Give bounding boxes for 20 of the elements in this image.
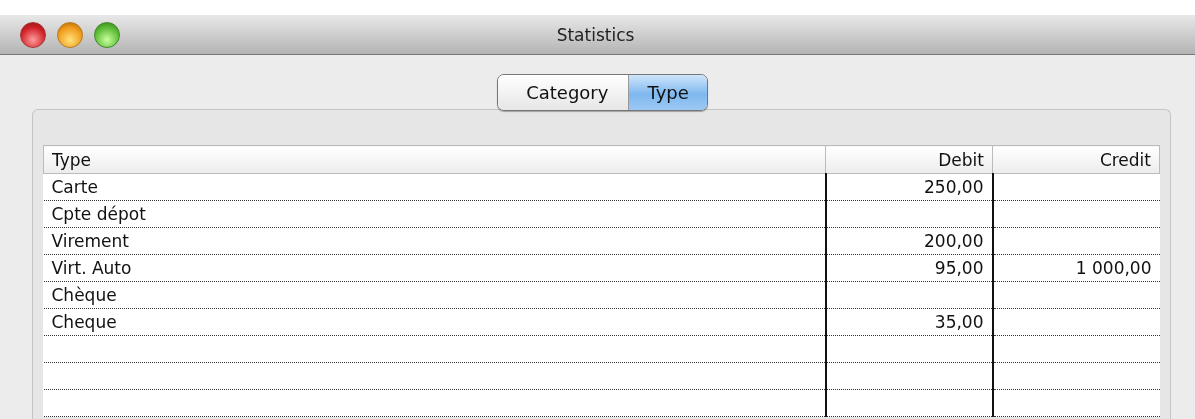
zoom-button[interactable] — [94, 21, 120, 48]
table-cell: Virt. Auto — [43, 254, 826, 282]
column-header[interactable]: Debit — [825, 145, 993, 174]
table-cell: Chèque — [43, 281, 826, 309]
table-cell: 250,00 — [825, 173, 993, 201]
minimize-button[interactable] — [57, 21, 83, 48]
table-cell: 35,00 — [825, 308, 993, 336]
table-cell: Carte — [43, 173, 826, 201]
close-button[interactable] — [20, 21, 46, 48]
table-cell: Cheque — [43, 308, 826, 336]
table-cell: 95,00 — [825, 254, 993, 282]
table-cell: Cpte dépot — [43, 200, 826, 228]
table-cell: 200,00 — [825, 227, 993, 255]
table-cell: 1 000,00 — [992, 254, 1160, 282]
window-title: Statistics — [555, 24, 636, 45]
column-header[interactable]: Credit — [992, 145, 1160, 174]
column-header[interactable]: Type — [43, 145, 826, 174]
tab[interactable]: Type — [628, 75, 707, 110]
tab[interactable]: Category — [498, 75, 629, 110]
table-cell: Virement — [43, 227, 826, 255]
